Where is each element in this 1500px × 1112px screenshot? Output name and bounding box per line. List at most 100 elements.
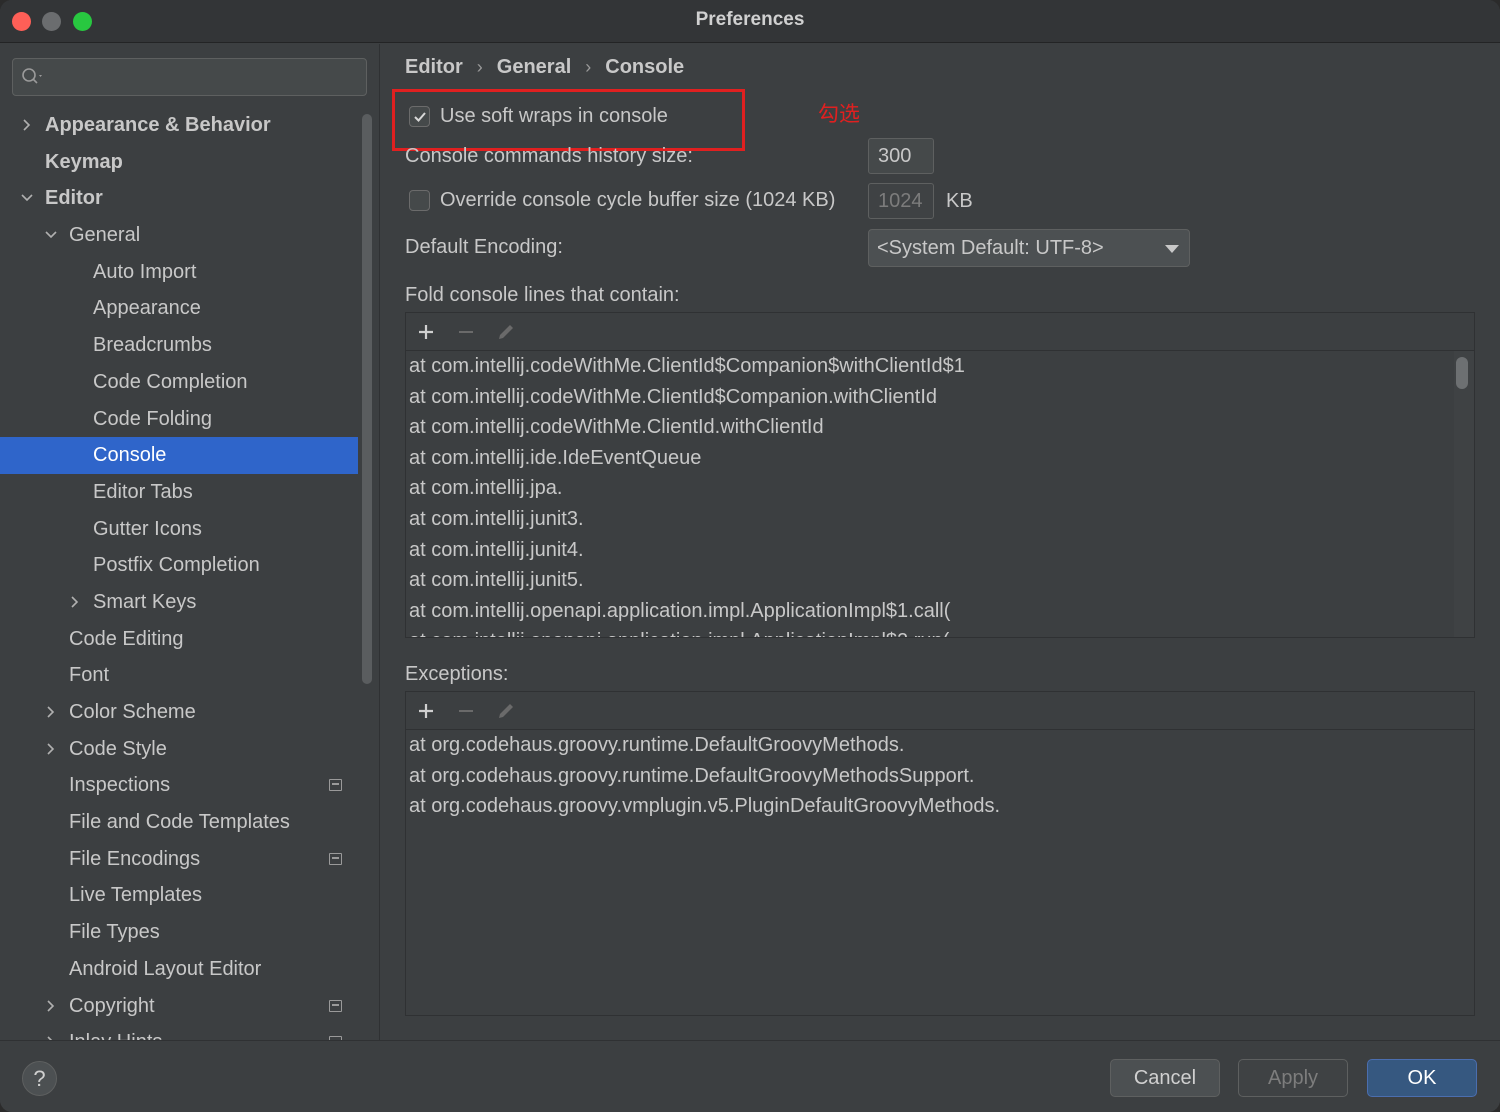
chevron-right-icon[interactable] (44, 694, 58, 730)
fold-lines-panel: at com.intellij.codeWithMe.ClientId$Comp… (405, 312, 1475, 638)
sidebar-item-keymap[interactable]: Keymap (0, 144, 358, 181)
exception-item[interactable]: at org.codehaus.groovy.runtime.DefaultGr… (406, 730, 1474, 761)
breadcrumb-console: Console (605, 56, 685, 78)
breadcrumb-separator: › (585, 57, 592, 77)
fold-line-item[interactable]: at com.intellij.jpa. (406, 473, 1474, 504)
sidebar-item-label: Color Scheme (69, 701, 196, 723)
chevron-right-icon[interactable] (44, 1024, 58, 1040)
sidebar-item-inspections[interactable]: Inspections (0, 767, 358, 804)
chevron-right-icon[interactable] (20, 107, 34, 143)
sidebar-item-label: Copyright (69, 994, 155, 1017)
exception-item[interactable]: at org.codehaus.groovy.vmplugin.v5.Plugi… (406, 791, 1474, 822)
sidebar-item-appearance-behavior[interactable]: Appearance & Behavior (0, 107, 358, 144)
sidebar-item-label: General (69, 224, 141, 247)
plus-icon[interactable] (414, 320, 438, 344)
settings-tree: Appearance & Behavior Keymap Editor General… (0, 107, 358, 1040)
history-size-input[interactable]: 300 (868, 138, 934, 174)
cancel-button[interactable]: Cancel (1110, 1059, 1220, 1097)
sidebar-item-postfix-completion[interactable]: Postfix Completion (0, 547, 358, 584)
fold-line-item[interactable]: at com.intellij.junit5. (406, 565, 1474, 596)
encoding-value: <System Default: UTF-8> (877, 237, 1104, 259)
annotation-highlight-box (392, 89, 745, 151)
chevron-right-icon[interactable] (44, 988, 58, 1024)
fold-line-item[interactable]: at com.intellij.junit4. (406, 535, 1474, 566)
pencil-icon[interactable] (494, 699, 518, 723)
fold-line-item[interactable]: at com.intellij.codeWithMe.ClientId$Comp… (406, 351, 1474, 382)
dropdown-arrow-icon (1165, 245, 1179, 253)
sidebar-item-editor-tabs[interactable]: Editor Tabs (0, 474, 358, 511)
sidebar-item-label: Android Layout Editor (69, 957, 262, 980)
title-bar: Preferences (0, 0, 1500, 43)
cycle-buffer-label[interactable]: Override console cycle buffer size (1024… (440, 189, 835, 212)
sidebar-item-smart-keys[interactable]: Smart Keys (0, 584, 358, 621)
encoding-dropdown[interactable]: <System Default: UTF-8> (868, 229, 1190, 267)
sidebar-item-label: Code Completion (93, 370, 248, 393)
fold-line-item[interactable]: at com.intellij.junit3. (406, 504, 1474, 535)
sidebar-item-label: Gutter Icons (93, 517, 202, 540)
list-scroll-track (1454, 351, 1474, 637)
sidebar-item-file-and-code-templates[interactable]: File and Code Templates (0, 804, 358, 841)
sidebar-item-live-templates[interactable]: Live Templates (0, 877, 358, 914)
sidebar-item-auto-import[interactable]: Auto Import (0, 254, 358, 291)
window-title: Preferences (695, 9, 805, 30)
pencil-icon[interactable] (494, 320, 518, 344)
chevron-down-icon[interactable] (44, 217, 58, 253)
sidebar-item-font[interactable]: Font (0, 657, 358, 694)
help-button[interactable]: ? (22, 1061, 57, 1096)
sidebar-item-general[interactable]: General (0, 217, 358, 254)
sidebar-item-label: Live Templates (69, 884, 203, 907)
sidebar-item-file-types[interactable]: File Types (0, 914, 358, 951)
minus-icon[interactable] (454, 320, 478, 344)
sidebar-item-code-style[interactable]: Code Style (0, 731, 358, 768)
sidebar-item-breadcrumbs[interactable]: Breadcrumbs (0, 327, 358, 364)
breadcrumb-general: General (496, 56, 572, 78)
annotation-text: 勾选 (818, 103, 860, 126)
project-scope-icon (329, 779, 342, 792)
sidebar-item-code-editing[interactable]: Code Editing (0, 621, 358, 658)
breadcrumb-editor: Editor (405, 56, 463, 78)
ok-button[interactable]: OK (1367, 1059, 1477, 1097)
sidebar-item-console[interactable]: Console (0, 437, 358, 474)
fold-line-item[interactable]: at com.intellij.codeWithMe.ClientId$Comp… (406, 382, 1474, 413)
sidebar-item-editor[interactable]: Editor (0, 180, 358, 217)
breadcrumb: Editor › General › Console (405, 56, 684, 79)
plus-icon[interactable] (414, 699, 438, 723)
sidebar-scrollbar[interactable] (362, 114, 372, 684)
sidebar-item-code-completion[interactable]: Code Completion (0, 364, 358, 401)
sidebar-item-copyright[interactable]: Copyright (0, 988, 358, 1025)
sidebar-item-file-encodings[interactable]: File Encodings (0, 841, 358, 878)
chevron-right-icon[interactable] (68, 584, 82, 620)
fold-line-item[interactable]: at com.intellij.openapi.application.impl… (406, 626, 1474, 637)
sidebar-item-label: Keymap (45, 150, 123, 173)
fold-lines-list[interactable]: at com.intellij.codeWithMe.ClientId$Comp… (406, 351, 1474, 637)
cycle-buffer-input[interactable]: 1024 (868, 183, 934, 219)
apply-button[interactable]: Apply (1238, 1059, 1348, 1097)
project-scope-icon (329, 999, 342, 1012)
fold-lines-scrollbar[interactable] (1456, 357, 1468, 389)
fold-line-item[interactable]: at com.intellij.codeWithMe.ClientId.with… (406, 412, 1474, 443)
cycle-buffer-checkbox[interactable] (409, 190, 430, 211)
sidebar-item-label: Font (69, 664, 110, 687)
fold-line-item[interactable]: at com.intellij.openapi.application.impl… (406, 596, 1474, 627)
sidebar-item-label: Auto Import (93, 260, 197, 283)
sidebar-item-label: Inlay Hints (69, 1024, 162, 1040)
minus-icon[interactable] (454, 699, 478, 723)
sidebar-item-label: File Types (69, 921, 160, 944)
exceptions-toolbar (406, 692, 1474, 730)
sidebar-item-code-folding[interactable]: Code Folding (0, 401, 358, 438)
chevron-right-icon[interactable] (44, 731, 58, 767)
sidebar-item-color-scheme[interactable]: Color Scheme (0, 694, 358, 731)
sidebar-item-gutter-icons[interactable]: Gutter Icons (0, 511, 358, 548)
exceptions-panel: at org.codehaus.groovy.runtime.DefaultGr… (405, 691, 1475, 1016)
sidebar-item-label: Breadcrumbs (93, 334, 212, 357)
exceptions-list[interactable]: at org.codehaus.groovy.runtime.DefaultGr… (406, 730, 1474, 1015)
chevron-down-icon[interactable] (20, 180, 34, 216)
sidebar-item-inlay-hints[interactable]: Inlay Hints (0, 1024, 358, 1040)
search-input[interactable] (12, 58, 367, 96)
exception-item[interactable]: at org.codehaus.groovy.runtime.DefaultGr… (406, 761, 1474, 792)
encoding-label: Default Encoding: (405, 236, 563, 258)
fold-line-item[interactable]: at com.intellij.ide.IdeEventQueue (406, 443, 1474, 474)
search-icon (22, 68, 42, 84)
sidebar-item-android-layout-editor[interactable]: Android Layout Editor (0, 951, 358, 988)
sidebar-item-appearance[interactable]: Appearance (0, 290, 358, 327)
